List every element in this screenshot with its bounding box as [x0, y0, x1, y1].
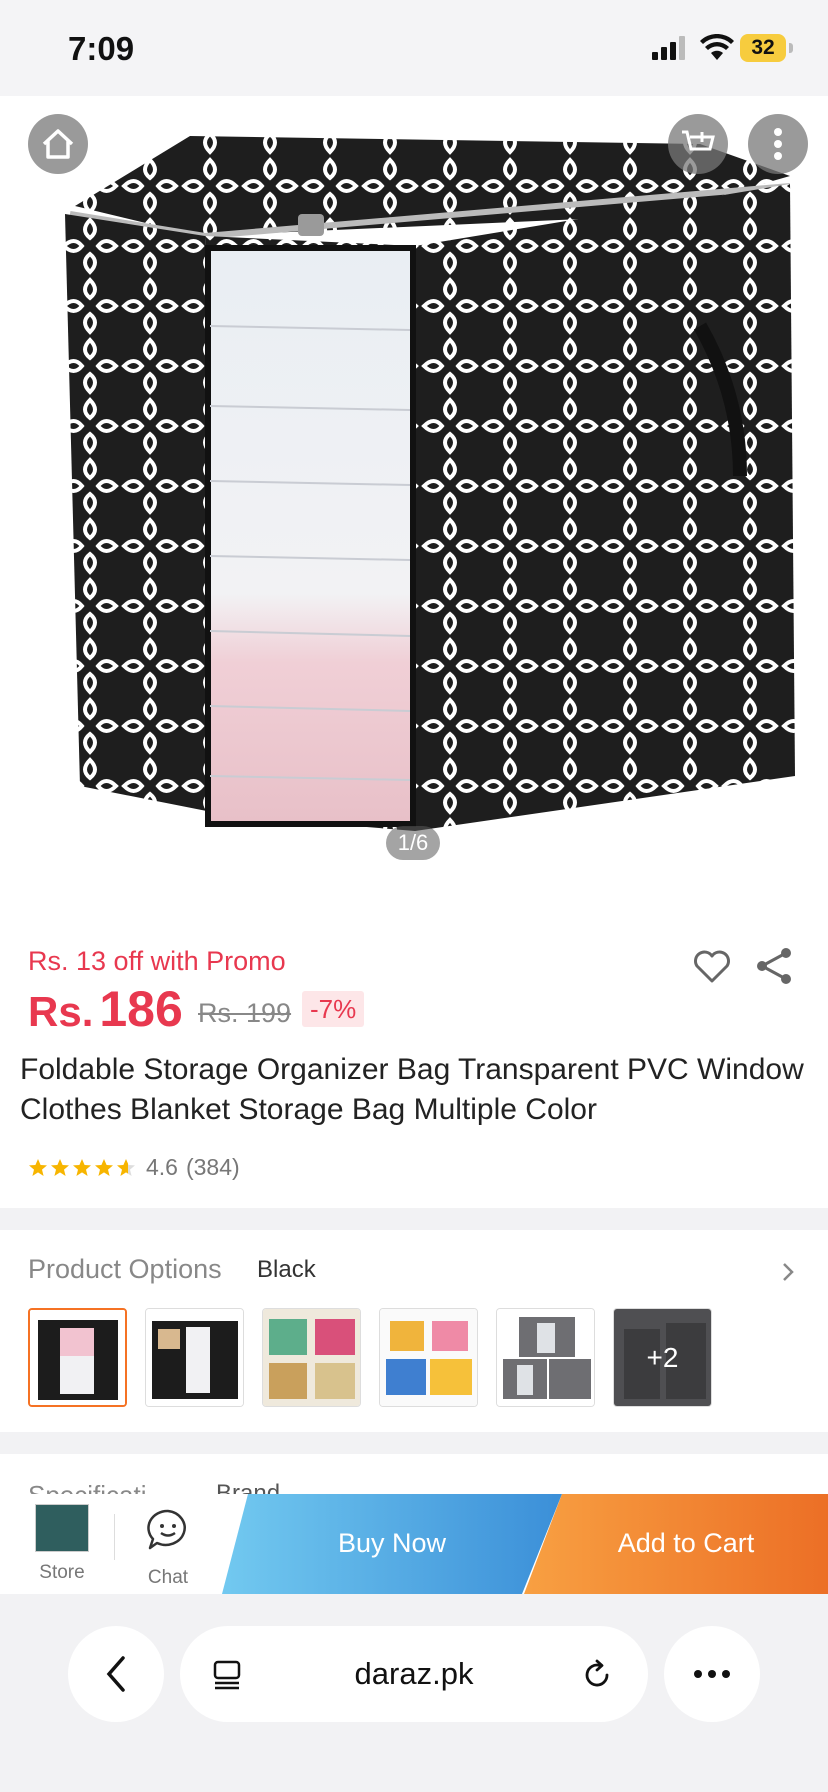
- rating-score: 4.6: [146, 1154, 178, 1180]
- store-label: Store: [39, 1562, 85, 1583]
- chevron-left-icon: [106, 1656, 125, 1692]
- reload-icon[interactable]: [580, 1658, 614, 1692]
- option-thumbnail[interactable]: [496, 1308, 595, 1407]
- share-icon[interactable]: [754, 946, 794, 986]
- specifications-row[interactable]: Specificati Brand: [0, 1454, 828, 1494]
- current-price: Rs. 186: [28, 980, 183, 1038]
- heart-icon[interactable]: [692, 948, 732, 984]
- brand-label: Brand: [216, 1480, 281, 1494]
- option-thumbnail[interactable]: [262, 1308, 361, 1407]
- option-thumbnail[interactable]: [379, 1308, 478, 1407]
- product-info: Rs. 13 off with Promo Rs. 186 Rs. 199 -7…: [0, 902, 828, 1208]
- price-amount: 186: [99, 981, 183, 1037]
- horizontal-dots-icon: [694, 1670, 730, 1678]
- selected-option: Black: [257, 1256, 316, 1283]
- store-button[interactable]: Store: [32, 1504, 92, 1584]
- star-icon: [73, 1158, 91, 1176]
- back-button[interactable]: [68, 1626, 164, 1722]
- wifi-icon: [700, 34, 734, 60]
- original-price: Rs. 199: [198, 998, 292, 1028]
- buy-now-label: Buy Now: [337, 1528, 447, 1558]
- status-bar: 7:09 32: [0, 0, 828, 96]
- bags-group-thumbnail-image: [263, 1309, 360, 1406]
- price-currency: Rs.: [28, 988, 94, 1035]
- chat-icon: [147, 1509, 186, 1550]
- discount-badge: -7%: [302, 991, 365, 1027]
- bag-thumbnail-image: [30, 1310, 125, 1405]
- chat-label: Chat: [147, 1567, 189, 1588]
- store-logo: [35, 1504, 89, 1552]
- half-star-icon: [117, 1158, 135, 1176]
- options-label: Product Options: [28, 1254, 222, 1284]
- battery-level: 32: [740, 34, 786, 62]
- product-title: Foldable Storage Organizer Bag Transpare…: [20, 1053, 804, 1126]
- divider: [114, 1514, 115, 1560]
- image-counter: 1/6: [386, 826, 440, 860]
- product-options[interactable]: Product Options Black +2: [0, 1230, 828, 1432]
- url-text: daraz.pk: [354, 1656, 474, 1691]
- tabs-icon: [213, 1660, 241, 1690]
- rating-count: (384): [185, 1154, 240, 1180]
- chat-button[interactable]: Chat: [136, 1508, 200, 1589]
- option-thumbnail[interactable]: [28, 1308, 127, 1407]
- cart-button[interactable]: [668, 114, 728, 174]
- star-icon: [29, 1158, 47, 1176]
- bag-thumbnail-image: [146, 1309, 243, 1406]
- rating-summary[interactable]: 4.6 (384): [28, 1154, 240, 1181]
- star-icon: [95, 1158, 113, 1176]
- product-image: [65, 136, 795, 831]
- product-gallery[interactable]: 1/6: [0, 96, 828, 902]
- option-thumbnail-more[interactable]: +2: [613, 1308, 712, 1407]
- promo-text[interactable]: Rs. 13 off with Promo: [28, 946, 286, 977]
- more-options-button[interactable]: [748, 114, 808, 174]
- option-thumbnails: +2: [28, 1308, 712, 1407]
- vertical-dots-icon: [774, 128, 782, 160]
- cart-icon: [682, 130, 715, 151]
- browser-toolbar: daraz.pk: [0, 1594, 828, 1792]
- status-time: 7:09: [68, 30, 135, 67]
- bottom-action-bar: Store Chat Buy Now Add to Cart: [0, 1494, 828, 1594]
- chevron-right-icon: [783, 1263, 794, 1281]
- specifications-label: Specificati: [28, 1480, 147, 1494]
- star-icon: [51, 1158, 69, 1176]
- option-thumbnail[interactable]: [145, 1308, 244, 1407]
- browser-menu-button[interactable]: [664, 1626, 760, 1722]
- home-button[interactable]: [28, 114, 88, 174]
- add-to-cart-label: Add to Cart: [617, 1528, 755, 1558]
- battery-tip: [789, 43, 793, 53]
- star-rating: [28, 1158, 136, 1178]
- grey-bags-thumbnail-image: [497, 1309, 594, 1406]
- home-icon: [42, 129, 74, 159]
- address-bar[interactable]: daraz.pk: [180, 1626, 648, 1722]
- cellular-signal-icon: [652, 36, 685, 60]
- more-options-count: +2: [614, 1309, 711, 1406]
- colorful-bags-thumbnail-image: [380, 1309, 477, 1406]
